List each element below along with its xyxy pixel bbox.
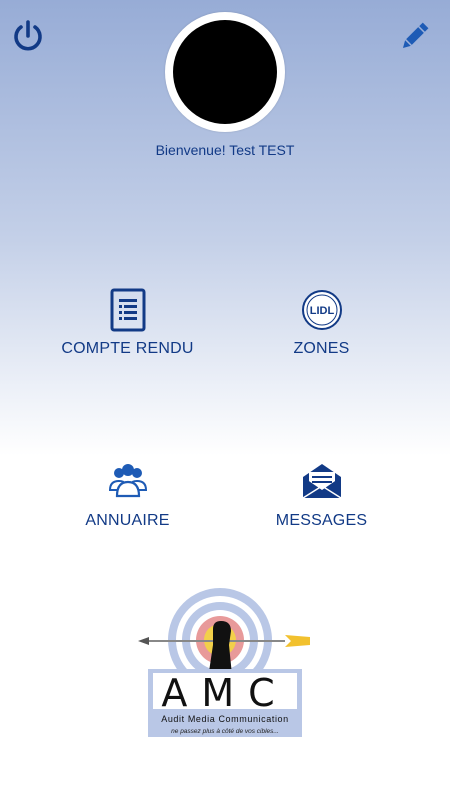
envelope-icon [302,464,341,499]
menu-compte-rendu[interactable]: COMPTE RENDU [15,288,240,358]
pencil-icon [402,22,429,49]
avatar[interactable] [173,20,277,124]
amc-logo-brand: AMC [161,671,288,715]
menu-annuaire[interactable]: ANNUAIRE [15,460,240,530]
menu-messages[interactable]: MESSAGES [209,460,434,530]
amc-logo: AMC Audit Media Communication ne passez … [135,585,315,745]
amc-logo-line1: Audit Media Communication [161,714,289,724]
power-icon [14,20,42,51]
welcome-message: Bienvenue! Test TEST [155,142,295,158]
power-button[interactable] [10,18,46,54]
menu-zones-label: ZONES [293,340,350,357]
svg-text:LIDL: LIDL [309,305,334,317]
document-icon [110,288,145,332]
menu-messages-label: MESSAGES [275,512,368,529]
edit-profile-button[interactable] [397,18,433,54]
avatar-frame [165,12,285,132]
users-icon [108,464,147,498]
menu-compte-rendu-label: COMPTE RENDU [61,340,194,357]
menu-annuaire-label: ANNUAIRE [85,512,170,529]
menu-zones[interactable]: LIDL ZONES [209,288,434,358]
lidl-logo-icon: LIDL [301,290,342,330]
amc-logo-line2: ne passez plus à côté de vos cibles... [171,728,279,735]
